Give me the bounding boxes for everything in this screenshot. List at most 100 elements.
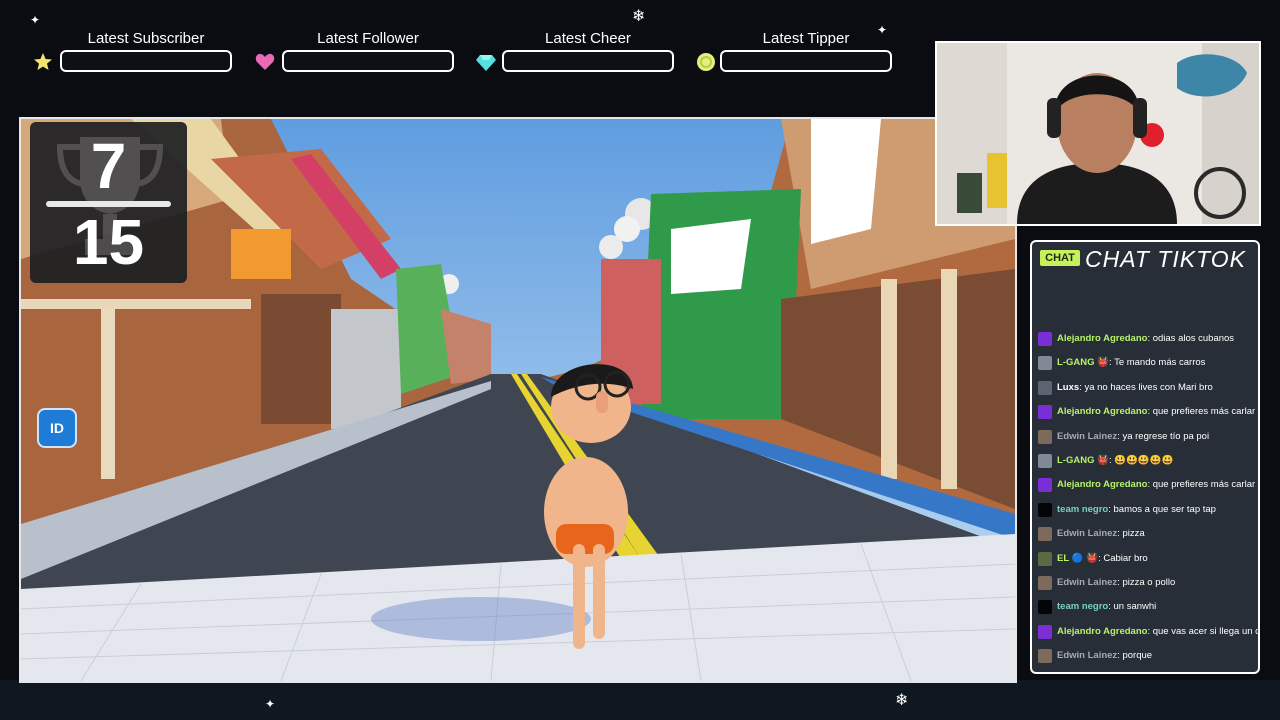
chat-username: L-GANG: [1057, 454, 1095, 466]
sparkle-icon: ✦: [265, 697, 276, 711]
chat-message-text: Alejandro Agredano: que prefieres más ca…: [1057, 473, 1255, 497]
alert-label: Latest Subscriber: [87, 30, 205, 47]
score-counter: 7 15: [30, 122, 187, 283]
chat-username: Alejandro Agredano: [1057, 333, 1148, 344]
sparkle-icon: ✦: [30, 13, 41, 27]
snowflake-icon: ❄: [895, 690, 909, 709]
chat-message-text: Edwin Lainez: porque: [1057, 644, 1152, 668]
alert-label: Latest Follower: [317, 30, 419, 47]
chat-body: que prefieres más carlar: [1152, 479, 1256, 491]
chat-message-text: L-GANG 👹: 😃😃😃😃😃: [1057, 449, 1173, 473]
avatar: [1038, 478, 1052, 493]
chat-message: Edwin Lainez: ya regrese tío pa poi: [1036, 425, 1258, 449]
bottom-strip: [0, 680, 1280, 720]
heart-icon: [255, 53, 275, 70]
chat-message: L-GANG 👹: 😃😃😃😃😃: [1036, 449, 1258, 473]
chat-body: que prefieres más carlar: [1152, 406, 1256, 418]
alert-value-bar: [720, 50, 892, 72]
chat-username: EL: [1057, 552, 1070, 564]
chat-username: Alejandro Agredano: [1057, 479, 1148, 491]
alert-value-bar: [502, 50, 674, 72]
chat-message: Edwin Lainez: porque: [1036, 644, 1258, 668]
avatar: [1038, 453, 1052, 468]
user-badge-icon: 🔵 👹: [1071, 552, 1099, 564]
avatar: [1038, 649, 1052, 664]
avatar: [1038, 527, 1052, 542]
chat-message-text: team negro: bamos a que ser tap tap: [1057, 498, 1216, 522]
gem-icon: [476, 55, 496, 71]
chat-message-text: Alejandro Agredano: que prefieres más ca…: [1057, 400, 1255, 424]
chat-username: Luxs: [1057, 381, 1080, 393]
chat-message: team negro: un sanwhi: [1036, 595, 1258, 619]
avatar: [1038, 575, 1052, 590]
chat-message-list[interactable]: Alejandro Agredano: odias alos cubanos L-…: [1036, 327, 1258, 668]
user-badge-icon: 👹: [1097, 454, 1109, 466]
chat-message: Edwin Lainez: pizza: [1036, 522, 1258, 546]
chat-message: Alejandro Agredano: que vas acer si lleg…: [1036, 620, 1258, 644]
chat-body: porque: [1122, 650, 1153, 662]
user-badge-icon: 👹: [1097, 357, 1109, 369]
chat-body: Te mando más carros: [1114, 357, 1206, 369]
chat-message-text: Edwin Lainez: pizza o pollo: [1057, 571, 1175, 595]
chat-body: bamos a que ser tap tap: [1113, 503, 1216, 515]
chat-username: team negro: [1057, 503, 1109, 515]
chat-username: Edwin Lainez: [1057, 528, 1118, 540]
chat-username: Alejandro Agredano: [1057, 625, 1148, 637]
chat-body: 😃😃😃😃😃: [1114, 454, 1174, 466]
star-icon: [34, 53, 52, 70]
coin-icon: [697, 53, 715, 71]
chat-message-text: Edwin Lainez: pizza: [1057, 522, 1145, 546]
snowflake-icon: ❄: [632, 6, 646, 25]
avatar: [1038, 551, 1052, 566]
chat-username: team negro: [1057, 601, 1109, 613]
avatar: [1038, 429, 1052, 444]
alert-value-bar: [282, 50, 454, 72]
chat-body: que vas acer si llega un c: [1152, 625, 1258, 637]
chat-message-text: EL 🔵 👹: Cabiar bro: [1057, 547, 1148, 571]
avatar: [1038, 356, 1052, 371]
chat-message: Alejandro Agredano: odias alos cubanos: [1036, 327, 1258, 351]
chat-body: ya regrese tío pa poi: [1122, 430, 1210, 442]
chat-panel: CHAT CHAT TIKTOK Alejandro Agredano: odi…: [1030, 240, 1260, 674]
chat-username: Edwin Lainez: [1057, 650, 1118, 662]
chat-message-text: Luxs: ya no haces lives con Mari bro: [1057, 376, 1213, 400]
chat-message-text: Edwin Lainez: ya regrese tío pa poi: [1057, 425, 1209, 449]
chat-title: CHAT TIKTOK: [1085, 246, 1246, 272]
chat-body: un sanwhi: [1113, 601, 1157, 613]
score-total: 15: [72, 206, 145, 278]
chat-message-text: team negro: un sanwhi: [1057, 595, 1156, 619]
chat-message-text: Alejandro Agredano: odias alos cubanos: [1057, 327, 1234, 351]
webcam-feed: [935, 41, 1261, 226]
avatar: [1038, 624, 1052, 639]
chat-username: Alejandro Agredano: [1057, 406, 1148, 418]
avatar: [1038, 600, 1052, 615]
avatar: [1038, 380, 1052, 395]
chat-username: Edwin Lainez: [1057, 430, 1118, 442]
chat-message: Luxs: ya no haces lives con Mari bro: [1036, 376, 1258, 400]
id-button[interactable]: ID: [37, 408, 77, 448]
chat-username: Edwin Lainez: [1057, 576, 1118, 588]
score-current: 7: [90, 130, 127, 202]
alert-label: Latest Tipper: [762, 30, 850, 47]
alert-label: Latest Cheer: [545, 30, 631, 47]
avatar: [1038, 502, 1052, 517]
chat-message: Alejandro Agredano: que prefieres más ca…: [1036, 473, 1258, 497]
chat-badge: CHAT: [1040, 250, 1080, 266]
chat-body: Cabiar bro: [1103, 552, 1148, 564]
avatar: [1038, 405, 1052, 420]
alert-value-bar: [60, 50, 232, 72]
chat-body: odias alos cubanos: [1152, 333, 1235, 344]
chat-message: team negro: bamos a que ser tap tap: [1036, 498, 1258, 522]
chat-body: pizza: [1122, 528, 1145, 540]
avatar: [1038, 332, 1052, 346]
chat-message-text: Alejandro Agredano: que vas acer si lleg…: [1057, 620, 1258, 644]
chat-message: Edwin Lainez: pizza o pollo: [1036, 571, 1258, 595]
chat-message: EL 🔵 👹: Cabiar bro: [1036, 547, 1258, 571]
chat-body: ya no haces lives con Mari bro: [1084, 381, 1213, 393]
webcam-image: [937, 43, 1259, 224]
chat-message: Alejandro Agredano: que prefieres más ca…: [1036, 400, 1258, 424]
chat-message: L-GANG 👹: Te mando más carros: [1036, 351, 1258, 375]
chat-body: pizza o pollo: [1122, 576, 1176, 588]
chat-username: L-GANG: [1057, 357, 1095, 369]
chat-message-text: L-GANG 👹: Te mando más carros: [1057, 351, 1205, 375]
